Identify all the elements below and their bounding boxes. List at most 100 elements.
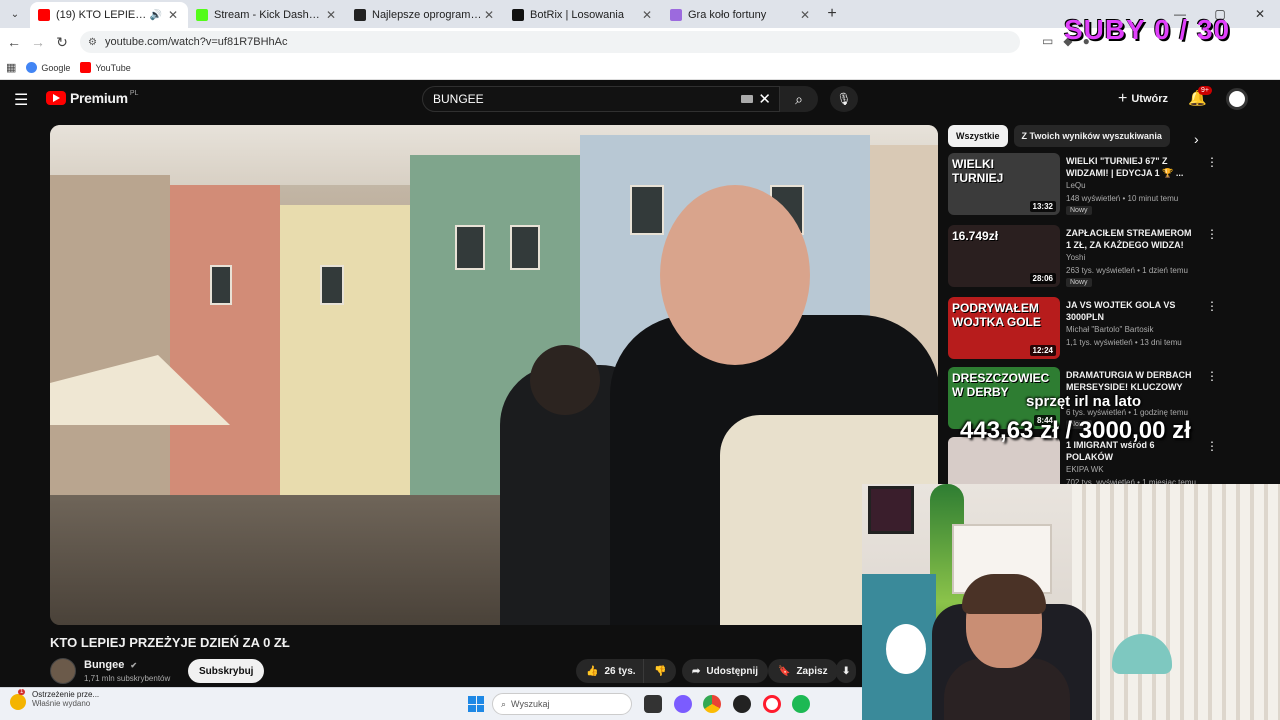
video-player[interactable] [50, 125, 938, 625]
recommended-channel[interactable]: EKIPA WK [1066, 465, 1104, 474]
video-frame-window [510, 225, 540, 270]
close-tab-icon[interactable]: ✕ [640, 8, 654, 22]
like-button[interactable]: 👍 26 tys. [576, 659, 646, 683]
video-title: KTO LEPIEJ PRZEŻYJE DZIEŃ ZA 0 ZŁ [50, 635, 290, 650]
voice-search-button[interactable]: 🎙 [830, 86, 858, 112]
search-icon: ⌕ [501, 698, 507, 709]
reload-icon[interactable]: ↻ [50, 34, 74, 51]
weather-warning-widget[interactable]: 1 Ostrzeżenie prze... Właśnie wydano [10, 689, 100, 710]
thumbs-up-icon: 👍 [586, 665, 599, 677]
warning-title: Ostrzeżenie prze... [32, 690, 100, 699]
webcam-mannequin-head [886, 624, 926, 674]
more-options-icon[interactable]: ⋮ [1206, 439, 1218, 453]
start-icon[interactable] [468, 696, 484, 712]
subscriber-count: 1,71 mln subskrybentów [84, 674, 171, 683]
more-options-icon[interactable]: ⋮ [1206, 369, 1218, 383]
chrome-icon[interactable] [703, 695, 721, 713]
apps-grid-icon[interactable]: ▦ [6, 61, 16, 74]
chip-from-search[interactable]: Z Twoich wyników wyszukiwania [1013, 125, 1170, 147]
video-thumbnail[interactable]: 16.749zł 28:06 [948, 225, 1060, 287]
chip-all[interactable]: Wszystkie [948, 125, 1008, 147]
cast-icon[interactable]: ▭ [1042, 34, 1053, 48]
bookmark-youtube[interactable]: YouTube [80, 62, 131, 73]
recommended-channel[interactable]: Yoshi [1066, 253, 1085, 262]
search-input[interactable]: BUNGEE ✕ [422, 86, 780, 112]
task-view-icon[interactable] [644, 695, 662, 713]
discord-icon[interactable] [674, 695, 692, 713]
share-label: Udostępnij [706, 665, 759, 677]
recommended-title[interactable]: ZAPŁACIŁEM STREAMEROM 1 ZŁ, ZA KAŻDEGO W… [1066, 227, 1196, 251]
opera-icon[interactable] [763, 695, 781, 713]
recommended-video[interactable]: PODRYWAŁEM WOJTKA GOLE 12:24 JA VS WOJTEK … [948, 297, 1268, 361]
account-avatar[interactable] [1226, 88, 1248, 110]
forward-icon[interactable]: → [26, 34, 50, 50]
close-tab-icon[interactable]: ✕ [482, 8, 496, 22]
obs-icon[interactable] [733, 695, 751, 713]
browser-tab[interactable]: Gra koło fortuny ✕ [662, 2, 820, 28]
notifications-button[interactable]: 🔔 9+ [1188, 86, 1212, 107]
tab-label: Najlepsze oprogramowanie do [372, 9, 482, 21]
speaker-icon[interactable]: 🔊 [150, 10, 162, 21]
webcam-streamer [944, 574, 1070, 720]
browser-tab[interactable]: Najlepsze oprogramowanie do✕ [346, 2, 504, 28]
close-tab-icon[interactable]: ✕ [798, 8, 812, 22]
channel-name-row[interactable]: Bungee ✔ [84, 659, 137, 671]
taskbar-search[interactable]: ⌕ Wyszukaj [492, 693, 632, 715]
video-thumbnail[interactable]: PODRYWAŁEM WOJTKA GOLE 12:24 [948, 297, 1060, 359]
subscribe-button[interactable]: Subskrybuj [188, 659, 265, 683]
recommended-title[interactable]: JA VS WOJTEK GOLA VS 3000PLN [1066, 299, 1196, 323]
logo-region: PL [129, 90, 139, 97]
warning-icon: 1 [10, 689, 26, 710]
spotify-icon[interactable] [792, 695, 810, 713]
new-tab-button[interactable]: + [820, 2, 844, 26]
filter-chips: Wszystkie Z Twoich wyników wyszukiwania [948, 125, 1210, 147]
browser-tab[interactable]: BotRix | Losowania ✕ [504, 2, 662, 28]
url-field[interactable]: ⚙ youtube.com/watch?v=uf81R7BHhAc [80, 31, 1020, 53]
dislike-button[interactable]: 👎 [643, 659, 677, 683]
wheel-icon [670, 9, 682, 21]
close-tab-icon[interactable]: ✕ [166, 8, 180, 22]
video-frame-building [170, 185, 280, 505]
youtube-logo[interactable]: Premium PL [46, 90, 138, 106]
more-options-icon[interactable]: ⋮ [1206, 155, 1218, 169]
recommended-video[interactable]: WIELKI TURNIEJ 13:32 WIELKI "TURNIEJ 67" Z… [948, 153, 1268, 217]
recommended-channel[interactable]: Michał "Bartolo" Bartosik [1066, 325, 1154, 334]
tab-label: (19) KTO LEPIEJ PRZEŻYJE D [56, 9, 150, 21]
recommended-channel[interactable]: LeQu [1066, 181, 1086, 190]
bookmark-google[interactable]: Google [26, 62, 70, 73]
video-thumbnail[interactable]: WIELKI TURNIEJ 13:32 [948, 153, 1060, 215]
recommended-title[interactable]: DRAMATURGIA W DERBACH MERSEYSIDE! KLUCZO… [1066, 369, 1196, 393]
more-options-icon[interactable]: ⋮ [1206, 227, 1218, 241]
webcam-feed [862, 484, 1280, 720]
tab-search-dropdown[interactable]: ⌄ [4, 3, 26, 25]
close-window-icon[interactable]: ✕ [1240, 0, 1280, 28]
share-icon: ➦ [692, 665, 701, 677]
recommended-video[interactable]: 16.749zł 28:06 ZAPŁACIŁEM STREAMEROM 1 ZŁ,… [948, 225, 1268, 289]
warning-subtitle: Właśnie wydano [32, 699, 91, 708]
chevron-right-icon[interactable]: › [1194, 131, 1199, 147]
close-tab-icon[interactable]: ✕ [324, 8, 338, 22]
video-duration: 13:32 [1029, 201, 1056, 212]
verified-icon: ✔ [130, 661, 138, 670]
create-button[interactable]: + Utwórz [1118, 90, 1168, 108]
more-options-icon[interactable]: ⋮ [1206, 299, 1218, 313]
share-button[interactable]: ➦ Udostępnij [682, 659, 769, 683]
recommended-title[interactable]: WIELKI "TURNIEJ 67" Z WIDZAMI! | EDYCJA … [1066, 155, 1196, 179]
url-text: youtube.com/watch?v=uf81R7BHhAc [104, 36, 288, 48]
search-button[interactable]: ⌕ [780, 86, 818, 112]
download-button[interactable]: ⬇ [836, 659, 857, 683]
recommended-meta: 263 tys. wyświetleń • 1 dzień temu [1066, 266, 1188, 275]
channel-name: Bungee [84, 659, 125, 671]
youtube-icon [38, 9, 50, 21]
save-button[interactable]: 🔖 Zapisz [768, 659, 838, 683]
channel-avatar[interactable] [50, 658, 76, 684]
keyboard-icon[interactable] [741, 95, 753, 103]
webcam-poster [868, 486, 914, 534]
menu-icon[interactable]: ☰ [14, 90, 28, 110]
clear-search-icon[interactable]: ✕ [758, 90, 771, 108]
site-info-icon[interactable]: ⚙ [88, 37, 97, 48]
browser-tab[interactable]: (19) KTO LEPIEJ PRZEŻYJE D🔊 ✕ [30, 2, 188, 28]
browser-tab[interactable]: Stream - Kick Dashboard✕ [188, 2, 346, 28]
back-icon[interactable]: ← [2, 34, 26, 50]
bookmarks-bar: ▦ Google YouTube [0, 56, 1280, 80]
